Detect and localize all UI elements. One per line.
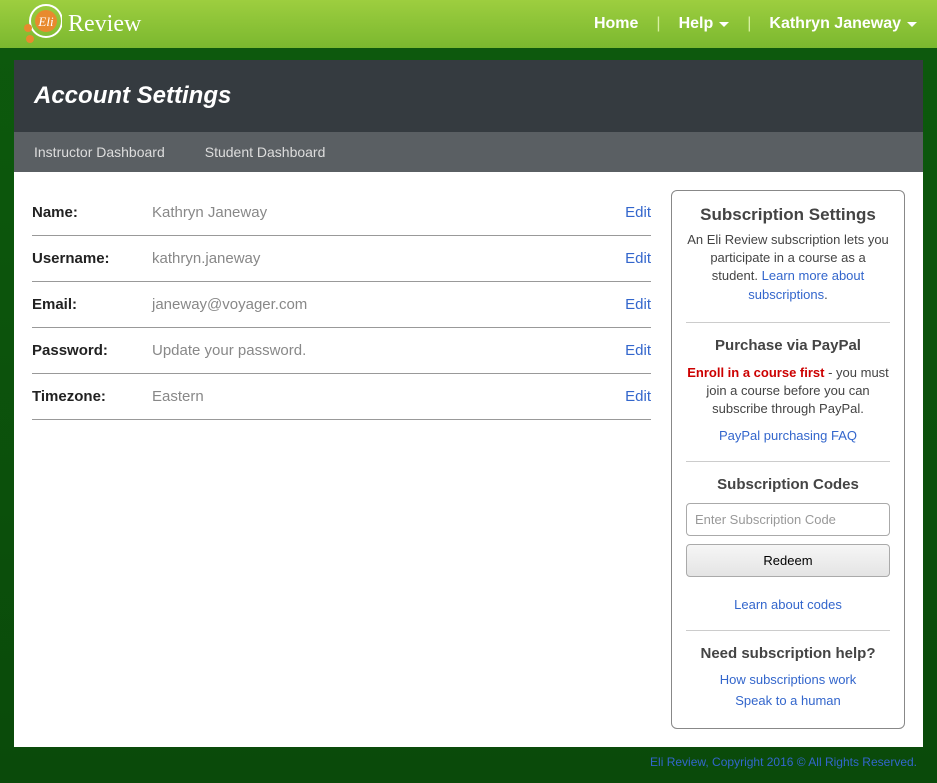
- how-subscriptions-work-link[interactable]: How subscriptions work: [686, 672, 890, 687]
- subscription-sidebar: Subscription Settings An Eli Review subs…: [671, 190, 905, 729]
- tab-student-dashboard[interactable]: Student Dashboard: [185, 132, 346, 172]
- setting-row-username: Username: kathryn.janeway Edit: [32, 236, 651, 282]
- email-label: Email:: [32, 296, 152, 313]
- subscription-settings-heading: Subscription Settings: [686, 205, 890, 225]
- page-container: Account Settings Instructor Dashboard St…: [14, 60, 923, 747]
- nav-help[interactable]: Help: [679, 15, 730, 33]
- content-area: Name: Kathryn Janeway Edit Username: kat…: [14, 172, 923, 747]
- nav-home[interactable]: Home: [594, 15, 638, 33]
- enroll-first-warning: Enroll in a course first: [687, 365, 824, 380]
- edit-password-link[interactable]: Edit: [625, 342, 651, 359]
- account-settings-list: Name: Kathryn Janeway Edit Username: kat…: [32, 190, 651, 729]
- footer-copyright: Eli Review, Copyright 2016 © All Rights …: [0, 747, 937, 783]
- learn-about-codes-link[interactable]: Learn about codes: [686, 597, 890, 612]
- chevron-down-icon: [719, 22, 729, 27]
- paypal-enroll-message: Enroll in a course first - you must join…: [686, 364, 890, 419]
- setting-row-password: Password: Update your password. Edit: [32, 328, 651, 374]
- email-value: janeway@voyager.com: [152, 296, 625, 313]
- logo-area: Eli Review: [20, 3, 141, 45]
- nav-links: Home | Help | Kathryn Janeway: [594, 15, 917, 33]
- subscription-code-input[interactable]: [686, 503, 890, 536]
- divider: [686, 322, 890, 323]
- name-value: Kathryn Janeway: [152, 204, 625, 221]
- nav-separator: |: [747, 15, 751, 33]
- subscription-help-heading: Need subscription help?: [686, 645, 890, 662]
- setting-row-email: Email: janeway@voyager.com Edit: [32, 282, 651, 328]
- username-value: kathryn.janeway: [152, 250, 625, 267]
- name-label: Name:: [32, 204, 152, 221]
- paypal-faq-link[interactable]: PayPal purchasing FAQ: [686, 428, 890, 443]
- tab-bar: Instructor Dashboard Student Dashboard: [14, 132, 923, 172]
- brand-name: Review: [68, 11, 141, 38]
- eli-logo-icon: Eli: [20, 3, 62, 45]
- top-navigation-bar: Eli Review Home | Help | Kathryn Janeway: [0, 0, 937, 48]
- nav-user-menu[interactable]: Kathryn Janeway: [769, 15, 917, 33]
- speak-to-human-link[interactable]: Speak to a human: [686, 693, 890, 708]
- setting-row-timezone: Timezone: Eastern Edit: [32, 374, 651, 420]
- svg-text:Eli: Eli: [37, 14, 54, 29]
- edit-email-link[interactable]: Edit: [625, 296, 651, 313]
- learn-more-subscriptions-link[interactable]: Learn more about subscriptions: [748, 268, 864, 301]
- nav-separator: |: [656, 15, 660, 33]
- subscription-codes-heading: Subscription Codes: [686, 476, 890, 493]
- redeem-button[interactable]: Redeem: [686, 544, 890, 577]
- page-title: Account Settings: [14, 60, 923, 132]
- edit-username-link[interactable]: Edit: [625, 250, 651, 267]
- edit-name-link[interactable]: Edit: [625, 204, 651, 221]
- divider: [686, 630, 890, 631]
- password-label: Password:: [32, 342, 152, 359]
- tab-instructor-dashboard[interactable]: Instructor Dashboard: [14, 132, 185, 172]
- password-value: Update your password.: [152, 342, 625, 359]
- edit-timezone-link[interactable]: Edit: [625, 388, 651, 405]
- timezone-label: Timezone:: [32, 388, 152, 405]
- paypal-heading: Purchase via PayPal: [686, 337, 890, 354]
- divider: [686, 461, 890, 462]
- setting-row-name: Name: Kathryn Janeway Edit: [32, 190, 651, 236]
- subscription-description: An Eli Review subscription lets you part…: [686, 231, 890, 304]
- username-label: Username:: [32, 250, 152, 267]
- timezone-value: Eastern: [152, 388, 625, 405]
- chevron-down-icon: [907, 22, 917, 27]
